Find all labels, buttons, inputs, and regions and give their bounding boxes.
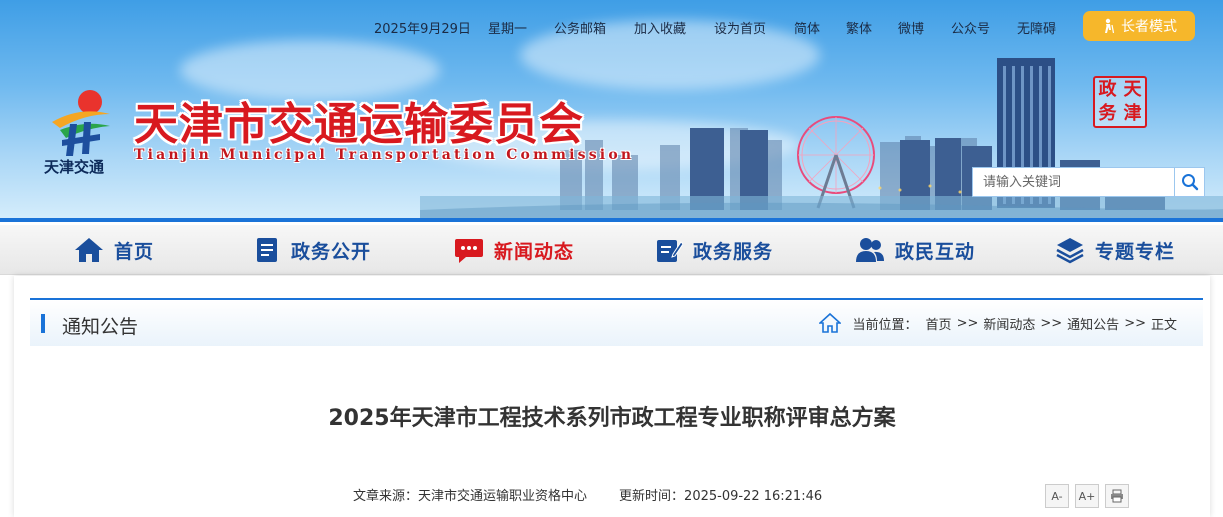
edit-icon (657, 240, 683, 262)
nav-item-home[interactable]: 首页 (74, 225, 154, 275)
source-label: 文章来源： (353, 489, 419, 504)
layers-icon (1056, 238, 1084, 264)
breadcrumb-notices[interactable]: 通知公告 (1067, 314, 1119, 333)
breadcrumb-news[interactable]: 新闻动态 (983, 314, 1035, 333)
nav-item-special-topics[interactable]: 专题专栏 (1055, 225, 1175, 275)
article-tools: A- A+ (1045, 484, 1129, 508)
main-navigation: 首页 政务公开 新闻动态 政务服务 政民互动 专题专栏 (0, 225, 1223, 275)
site-title: 天津市交通运输委员会 (134, 99, 584, 150)
date-text: 2025年9月29日 (374, 22, 471, 37)
breadcrumb: 当前位置： 首页 >> 新闻动态 >> 通知公告 >> 正文 (818, 310, 1177, 336)
breadcrumb-separator: >> (1124, 315, 1146, 331)
nav-item-government-affairs[interactable]: 政务公开 (255, 225, 371, 275)
nav-label: 新闻动态 (494, 240, 575, 263)
people-icon (856, 238, 884, 262)
nav-label: 专题专栏 (1095, 240, 1176, 263)
print-icon (1111, 489, 1123, 503)
nav-label: 政务公开 (291, 240, 372, 263)
seal-char: 天 (1123, 79, 1142, 100)
link-set-homepage[interactable]: 设为首页 (714, 18, 766, 37)
header-banner: 2025年9月29日 星期一 公务邮箱 加入收藏 设为首页 简体 繁体 微博 公… (0, 0, 1223, 222)
print-button[interactable] (1105, 484, 1129, 508)
tianjin-government-seal[interactable]: 政 天 务 津 (1093, 76, 1147, 128)
banner-bottom-line (0, 218, 1223, 222)
link-simplified[interactable]: 简体 (794, 18, 820, 37)
link-accessibility[interactable]: 无障碍 (1017, 18, 1056, 37)
search-button[interactable] (1174, 168, 1204, 196)
source-value: 天津市交通运输职业资格中心 (418, 489, 588, 504)
nav-item-public-interaction[interactable]: 政民互动 (855, 225, 975, 275)
link-official-email[interactable]: 公务邮箱 (554, 18, 606, 37)
breadcrumb-separator: >> (1040, 315, 1063, 331)
weekday-text: 星期一 (488, 22, 528, 37)
article-title: 2025年天津市工程技术系列市政工程专业职称评审总方案 (328, 406, 896, 431)
breadcrumb-prefix: 当前位置： (852, 317, 918, 333)
nav-item-news[interactable]: 新闻动态 (454, 225, 574, 275)
nav-label: 首页 (114, 240, 155, 263)
link-add-favorite[interactable]: 加入收藏 (634, 18, 686, 37)
elder-icon (1105, 18, 1115, 34)
font-decrease-button[interactable]: A- (1045, 484, 1069, 508)
logo-text: 天津交通 (44, 158, 105, 176)
section-accent (41, 314, 45, 333)
site-subtitle: Tianjin Municipal Transportation Commiss… (134, 147, 635, 163)
elder-mode-label: 长者模式 (1121, 19, 1177, 35)
font-increase-button[interactable]: A+ (1075, 484, 1099, 508)
seal-char: 津 (1123, 103, 1142, 124)
article-meta: 文章来源：天津市交通运输职业资格中心 更新时间：2025-09-22 16:21… (353, 485, 822, 504)
search-input[interactable] (973, 168, 1174, 196)
seal-char: 政 (1098, 79, 1117, 100)
article-updated: 更新时间：2025-09-22 16:21:46 (619, 485, 822, 504)
document-icon (257, 238, 277, 262)
content-panel: 通知公告 当前位置： 首页 >> 新闻动态 >> 通知公告 >> 正文 2025… (14, 276, 1210, 517)
nav-label: 政务服务 (693, 240, 774, 263)
breadcrumb-current: 正文 (1150, 317, 1177, 333)
seal-char: 务 (1098, 103, 1117, 124)
font-increase-icon: A+ (1078, 489, 1096, 503)
link-traditional[interactable]: 繁体 (846, 18, 872, 37)
home-icon (75, 238, 103, 262)
breadcrumb-separator: >> (956, 315, 979, 331)
updated-label: 更新时间： (619, 489, 685, 504)
top-utility-bar: 2025年9月29日 星期一 公务邮箱 加入收藏 设为首页 简体 繁体 微博 公… (0, 14, 1223, 40)
home-icon[interactable] (818, 312, 841, 334)
search-box (972, 167, 1205, 197)
chat-icon (455, 239, 483, 263)
nav-item-government-services[interactable]: 政务服务 (655, 225, 773, 275)
link-wechat-account[interactable]: 公众号 (951, 18, 990, 37)
article-source: 文章来源：天津市交通运输职业资格中心 (353, 485, 587, 504)
nav-label: 政民互动 (895, 240, 976, 263)
font-decrease-icon: A- (1051, 489, 1063, 503)
section-title: 通知公告 (62, 316, 139, 338)
link-weibo[interactable]: 微博 (898, 18, 924, 37)
section-header-bar: 通知公告 当前位置： 首页 >> 新闻动态 >> 通知公告 >> 正文 (30, 298, 1203, 346)
breadcrumb-home[interactable]: 首页 (926, 314, 952, 333)
search-icon (1181, 174, 1198, 191)
elder-mode-button[interactable]: 长者模式 (1083, 11, 1195, 41)
updated-value: 2025-09-22 16:21:46 (684, 489, 823, 504)
